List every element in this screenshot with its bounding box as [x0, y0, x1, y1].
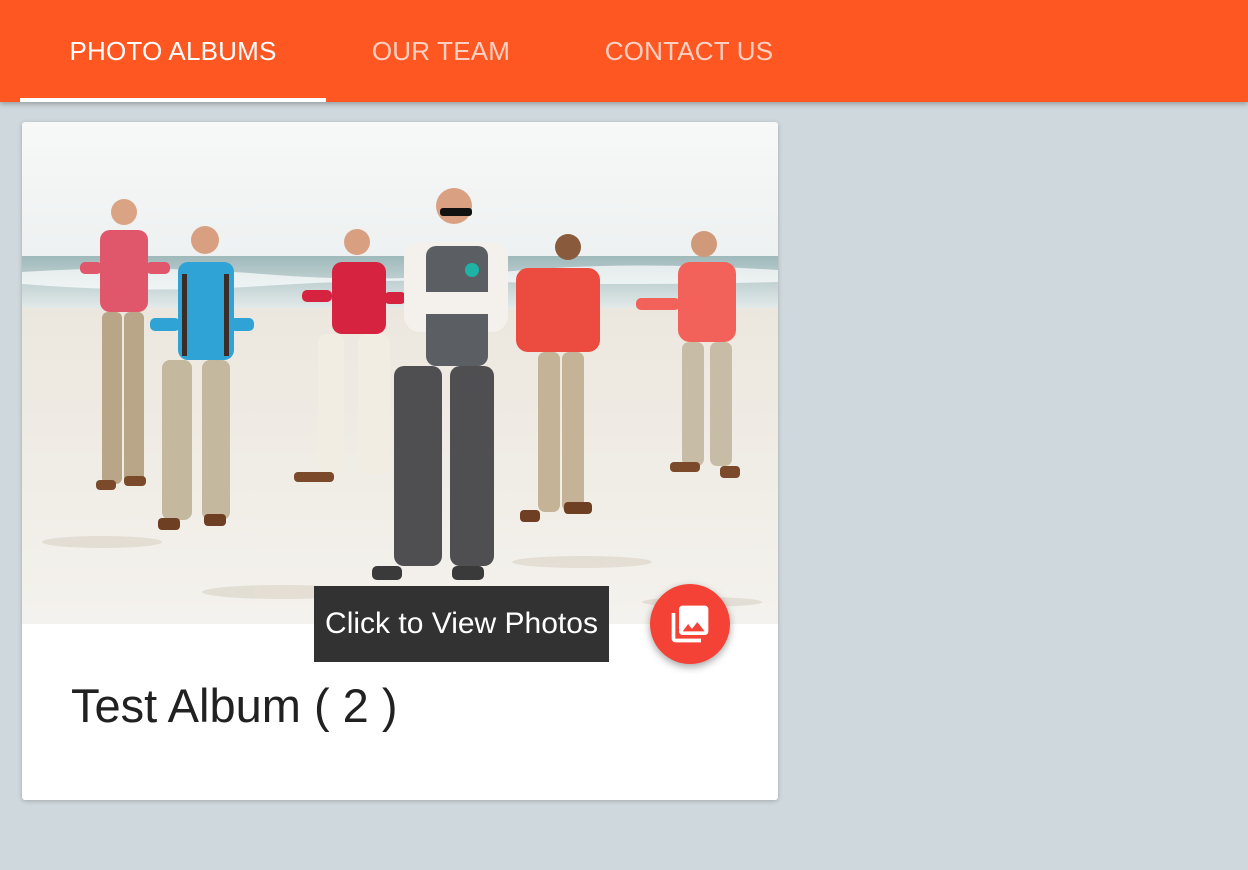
album-cover-image[interactable]	[22, 122, 778, 624]
tab-photo-albums[interactable]: PHOTO ALBUMS	[20, 0, 326, 102]
photo-library-icon	[671, 605, 709, 643]
album-title: Test Album ( 2 )	[71, 679, 398, 732]
view-photos-tooltip: Click to View Photos	[314, 586, 609, 662]
active-tab-indicator	[20, 98, 326, 102]
tab-contact-us[interactable]: CONTACT US	[556, 0, 822, 102]
album-card[interactable]: Test Album ( 2 )	[22, 122, 778, 800]
tab-our-team[interactable]: OUR TEAM	[326, 0, 556, 102]
beach-group-photo	[22, 122, 778, 624]
view-photos-button[interactable]	[650, 584, 730, 664]
app-bar: PHOTO ALBUMS OUR TEAM CONTACT US	[0, 0, 1248, 102]
